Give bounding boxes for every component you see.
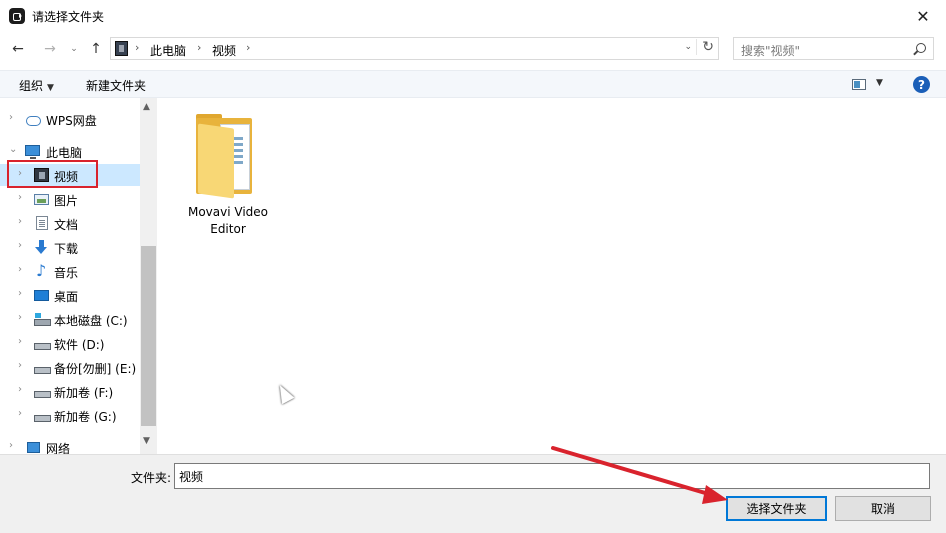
music-note-icon: ♪ [36, 261, 47, 280]
sidebar-item-wps-cloud[interactable]: › WPS网盘 [0, 108, 140, 130]
drive-icon [34, 408, 51, 422]
expand-chevron-icon[interactable]: › [18, 240, 22, 251]
breadcrumb-this-pc[interactable]: 此电脑 [150, 42, 186, 59]
highlight-outline [7, 160, 98, 188]
breadcrumb-separator-icon[interactable]: › [197, 41, 201, 54]
close-button[interactable]: ✕ [900, 0, 946, 32]
sidebar-item-label: 软件 (D:) [54, 338, 105, 352]
sidebar-item-pictures[interactable]: › 图片 [0, 188, 140, 210]
back-arrow-icon[interactable]: ← [8, 38, 28, 60]
expand-chevron-icon[interactable]: › [18, 336, 22, 347]
folder-label-line: Movavi Video [187, 205, 269, 219]
sidebar-item-label: 音乐 [54, 266, 79, 280]
organize-button[interactable]: 组织 ▼ [19, 77, 54, 94]
sidebar-item-drive-g[interactable]: › 新加卷 (G:) [0, 404, 140, 426]
network-icon [25, 440, 40, 454]
drive-icon [34, 384, 51, 398]
up-arrow-icon[interactable]: ↑ [86, 38, 106, 60]
title-bar: 请选择文件夹 ✕ [0, 0, 946, 32]
folder-name-input[interactable] [174, 463, 930, 489]
document-icon [36, 216, 48, 230]
system-drive-icon [34, 312, 51, 326]
sidebar-item-music[interactable]: › ♪ 音乐 [0, 260, 140, 282]
sidebar-item-label: 备份[勿删] (E:) [54, 362, 137, 376]
address-dropdown-icon[interactable]: ⌄ [684, 42, 692, 52]
sidebar-item-documents[interactable]: › 文档 [0, 212, 140, 234]
recent-locations-chevron-icon[interactable]: ⌄ [64, 38, 84, 60]
expand-chevron-icon[interactable]: › [9, 440, 13, 451]
folder-icon [198, 123, 234, 199]
scrollbar-thumb[interactable] [141, 246, 156, 426]
folder-label: Movavi Video Editor [184, 204, 272, 238]
dialog-footer: 文件夹: 选择文件夹 取消 [0, 454, 946, 533]
select-folder-button[interactable]: 选择文件夹 [726, 496, 827, 521]
sidebar-item-label: 图片 [54, 194, 79, 208]
folder-field-label: 文件夹: [131, 471, 172, 485]
sidebar-item-label: 本地磁盘 (C:) [54, 314, 128, 328]
cloud-icon [25, 112, 41, 126]
sidebar-item-this-pc[interactable]: ⌄ 此电脑 [0, 140, 140, 162]
address-row: ← → ⌄ ↑ › 此电脑 › 视频 › ⌄ ↻ 搜索"视频" [0, 34, 946, 64]
expand-chevron-icon[interactable]: › [18, 264, 22, 275]
sidebar-item-drive-e[interactable]: › 备份[勿删] (E:) [0, 356, 140, 378]
sidebar-item-label: 新加卷 (F:) [54, 386, 114, 400]
desktop-icon [34, 290, 49, 301]
view-options-icon[interactable] [852, 79, 866, 90]
view-options-caret-icon[interactable]: ▼ [876, 78, 883, 88]
expand-chevron-icon[interactable]: › [9, 112, 13, 123]
search-icon[interactable] [916, 43, 926, 53]
help-icon[interactable]: ? [913, 76, 930, 93]
sidebar-item-label: WPS网盘 [46, 114, 97, 128]
breadcrumb-videos[interactable]: 视频 [212, 42, 236, 59]
sidebar-item-label: 下载 [54, 242, 79, 256]
scroll-up-icon[interactable]: ▲ [143, 102, 150, 112]
organize-caret-icon: ▼ [47, 83, 54, 93]
app-icon [9, 8, 25, 24]
sidebar-item-label: 桌面 [54, 290, 79, 304]
sidebar-item-drive-f[interactable]: › 新加卷 (F:) [0, 380, 140, 402]
window-title: 请选择文件夹 [32, 10, 105, 24]
expand-chevron-icon[interactable]: › [18, 360, 22, 371]
sidebar-item-desktop[interactable]: › 桌面 [0, 284, 140, 306]
expand-chevron-icon[interactable]: › [18, 384, 22, 395]
sidebar-item-drive-d[interactable]: › 软件 (D:) [0, 332, 140, 354]
video-folder-icon [115, 41, 128, 56]
sidebar-item-downloads[interactable]: › 下载 [0, 236, 140, 258]
sidebar-item-label: 此电脑 [46, 146, 83, 160]
sidebar-item-label: 新加卷 (G:) [54, 410, 117, 424]
sidebar-scrollbar[interactable]: ▲ ▼ [140, 98, 157, 454]
collapse-chevron-icon[interactable]: ⌄ [9, 144, 17, 155]
command-toolbar: 组织 ▼ 新建文件夹 ▼ ? [0, 70, 946, 98]
sidebar-item-drive-c[interactable]: › 本地磁盘 (C:) [0, 308, 140, 330]
new-folder-button[interactable]: 新建文件夹 [86, 77, 146, 94]
scroll-down-icon[interactable]: ▼ [143, 436, 150, 446]
expand-chevron-icon[interactable]: › [18, 408, 22, 419]
search-input[interactable]: 搜索"视频" [741, 42, 800, 59]
breadcrumb-separator-icon[interactable]: › [246, 41, 250, 54]
organize-label: 组织 [19, 79, 44, 93]
computer-icon [25, 145, 40, 159]
navigation-pane: › WPS网盘 ⌄ 此电脑 › 视频 › 图片 › 文档 › 下载 › ♪ 音乐… [0, 98, 157, 456]
folder-label-line: Editor [210, 222, 246, 236]
expand-chevron-icon[interactable]: › [18, 192, 22, 203]
address-bar[interactable]: › 此电脑 › 视频 › ⌄ ↻ [110, 37, 719, 60]
folder-item[interactable]: Movavi Video Editor [184, 114, 272, 236]
refresh-icon[interactable]: ↻ [696, 39, 714, 55]
pictures-icon [34, 194, 49, 205]
search-box[interactable]: 搜索"视频" [733, 37, 934, 60]
file-list-pane[interactable]: Movavi Video Editor [158, 98, 946, 454]
breadcrumb-separator-icon[interactable]: › [135, 41, 139, 54]
drive-icon [34, 360, 51, 374]
forward-arrow-icon[interactable]: → [40, 38, 60, 60]
sidebar-item-label: 文档 [54, 218, 79, 232]
expand-chevron-icon[interactable]: › [18, 288, 22, 299]
drive-icon [34, 336, 51, 350]
expand-chevron-icon[interactable]: › [18, 216, 22, 227]
download-arrow-icon [34, 240, 49, 254]
expand-chevron-icon[interactable]: › [18, 312, 22, 323]
cancel-button[interactable]: 取消 [835, 496, 931, 521]
